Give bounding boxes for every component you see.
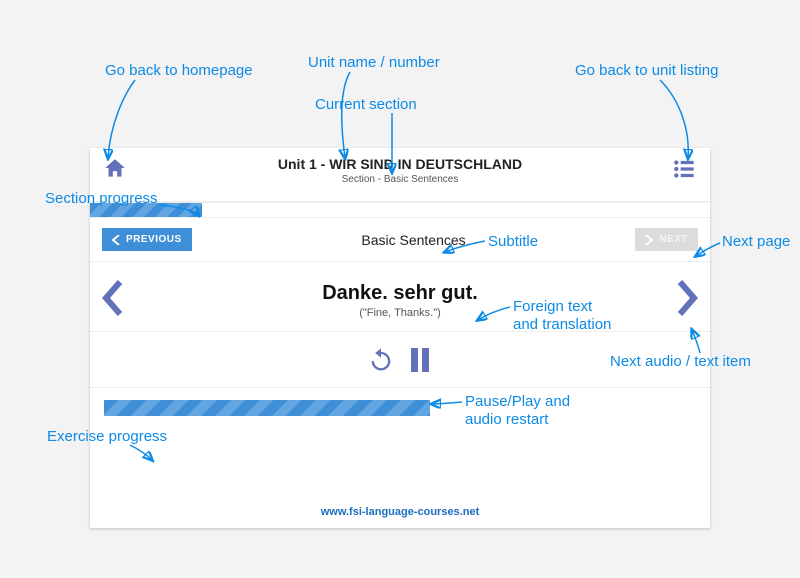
previous-button-label: PREVIOUS: [126, 234, 182, 245]
subtitle-text: Basic Sentences: [361, 232, 465, 248]
card-header: Unit 1 - WIR SIND IN DEUTSCHLAND Section…: [90, 148, 710, 202]
app-card: Unit 1 - WIR SIND IN DEUTSCHLAND Section…: [90, 148, 710, 528]
exercise-progress-fill: [104, 400, 430, 416]
home-icon[interactable]: [102, 156, 128, 187]
footer-link[interactable]: www.fsi-language-courses.net: [90, 506, 710, 518]
pause-play-icon[interactable]: [409, 346, 433, 379]
section-progress-fill: [90, 203, 202, 217]
audio-controls: [90, 332, 710, 388]
anno-unit-listing: Go back to unit listing: [575, 62, 718, 79]
exercise-progress-wrap: [90, 388, 710, 416]
next-item-chevron[interactable]: [676, 280, 698, 321]
previous-button[interactable]: PREVIOUS: [102, 228, 192, 251]
header-center: Unit 1 - WIR SIND IN DEUTSCHLAND Section…: [128, 156, 672, 185]
exercise-progress-bar: [104, 400, 696, 416]
anno-unit-name: Unit name / number: [308, 54, 440, 71]
list-icon[interactable]: [672, 156, 698, 187]
sentence-block: Danke. sehr gut. ("Fine, Thanks."): [124, 282, 676, 319]
unit-title: Unit 1 - WIR SIND IN DEUTSCHLAND: [128, 156, 672, 172]
next-button-label: NEXT: [659, 234, 688, 245]
next-button[interactable]: NEXT: [635, 228, 698, 251]
main-row: Danke. sehr gut. ("Fine, Thanks."): [90, 262, 710, 332]
anno-homepage: Go back to homepage: [105, 62, 253, 79]
anno-next-page: Next page: [722, 233, 790, 250]
foreign-text: Danke. sehr gut.: [124, 282, 676, 305]
nav-row: PREVIOUS Basic Sentences NEXT: [90, 218, 710, 262]
prev-item-chevron[interactable]: [102, 280, 124, 321]
translation-text: ("Fine, Thanks."): [124, 307, 676, 319]
section-subtitle: Section - Basic Sentences: [128, 174, 672, 185]
section-progress-bar: [90, 202, 710, 218]
restart-audio-icon[interactable]: [367, 346, 395, 379]
anno-current-section: Current section: [315, 96, 417, 113]
